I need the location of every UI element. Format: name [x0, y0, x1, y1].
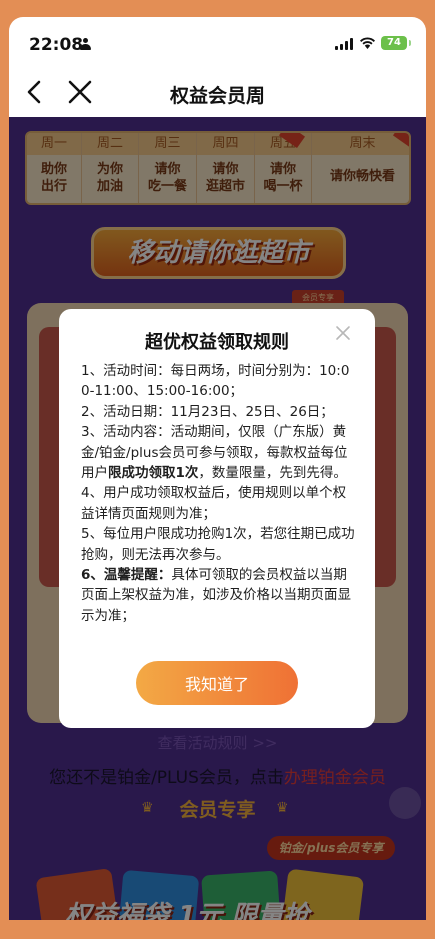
rule-emphasis: 限成功领取1次 [108, 465, 199, 482]
rules-dialog: 超优权益领取规则 1、活动时间：每日两场，时间分别为：10:00-11:00、1… [59, 309, 375, 728]
rule-item: 2、活动日期：11月23日、25日、26日； [81, 403, 334, 420]
rules-list: 1、活动时间：每日两场，时间分别为：10:00-11:00、15:00-16:0… [81, 361, 357, 626]
status-time: 22:08 [29, 35, 84, 55]
phone-screen: 22:08 74 权益会员周 周一 助你 出行 周二 为你 加油 周三 请你 吃… [9, 17, 426, 920]
status-bar: 22:08 74 [9, 17, 426, 67]
page-title: 权益会员周 [169, 85, 265, 107]
rule-item: 5、每位用户限成功抢购1次，若您往期已成功抢购，则无法再次参与。 [81, 526, 355, 563]
rule-text: ，数量限量，先到先得。 [198, 465, 347, 482]
person-icon [80, 38, 91, 50]
dialog-close-icon[interactable] [334, 324, 352, 342]
navigation-bar: 权益会员周 [9, 67, 426, 117]
signal-icon [335, 38, 353, 50]
battery-indicator: 74 [381, 36, 411, 50]
rule-item: 1、活动时间：每日两场，时间分别为：10:00-11:00、15:00-16:0… [81, 363, 350, 400]
wifi-icon [359, 36, 376, 52]
rule-item: 4、用户成功领取权益后，使用规则以单个权益详情页面规则为准； [81, 485, 347, 522]
dialog-title: 超优权益领取规则 [145, 332, 289, 353]
rule-item: 6、温馨提醒：具体可领取的会员权益以当期页面上架权益为准，如涉及价格以当期页面显… [81, 565, 357, 626]
rule-emphasis: 6、温馨提醒： [81, 567, 172, 584]
rule-item: 3、活动内容：活动期间，仅限（广东版）黄金/铂金/plus会员可参与领取，每款权… [81, 422, 357, 483]
acknowledge-button[interactable]: 我知道了 [136, 661, 298, 705]
